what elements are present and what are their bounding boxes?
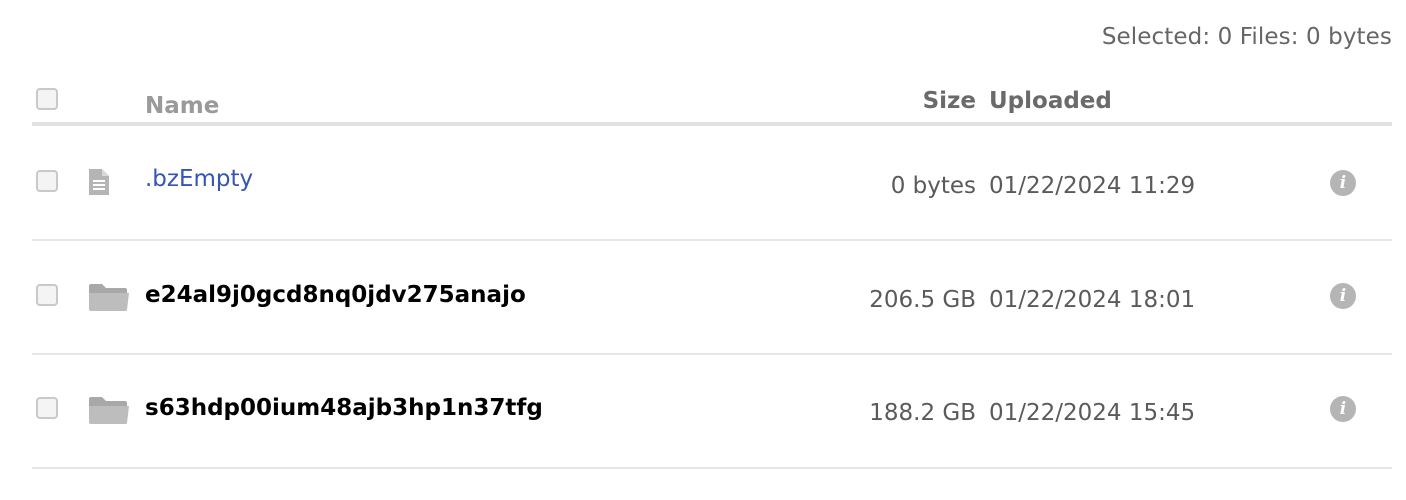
table-row: .bzEmpty 0 bytes 01/22/2024 11:29 i <box>32 126 1392 241</box>
column-header-name[interactable]: Name <box>145 93 219 119</box>
upload-date: 01/22/2024 18:01 <box>989 287 1196 313</box>
file-size: 0 bytes <box>890 173 976 199</box>
row-checkbox[interactable] <box>36 170 58 192</box>
selection-summary: Selected: 0 Files: 0 bytes <box>1101 24 1392 50</box>
file-icon <box>88 168 110 200</box>
folder-size: 188.2 GB <box>869 400 976 426</box>
table-header: Name Size Uploaded <box>32 80 1392 126</box>
folder-size: 206.5 GB <box>869 287 976 313</box>
info-icon[interactable]: i <box>1330 396 1356 422</box>
info-icon[interactable]: i <box>1330 170 1356 196</box>
folder-name-link[interactable]: s63hdp00ium48ajb3hp1n37tfg <box>145 395 543 421</box>
folder-icon <box>88 395 130 429</box>
folder-name-link[interactable]: e24al9j0gcd8nq0jdv275anajo <box>145 282 526 308</box>
folder-icon <box>88 282 130 316</box>
column-header-size[interactable]: Size <box>923 88 976 114</box>
upload-date: 01/22/2024 11:29 <box>989 173 1196 199</box>
row-checkbox[interactable] <box>36 397 58 419</box>
select-all-checkbox[interactable] <box>36 88 58 110</box>
file-browser: Selected: 0 Files: 0 bytes Name Size Upl… <box>0 0 1406 500</box>
column-header-uploaded[interactable]: Uploaded <box>989 88 1112 114</box>
info-icon[interactable]: i <box>1330 283 1356 309</box>
upload-date: 01/22/2024 15:45 <box>989 400 1196 426</box>
file-name-link[interactable]: .bzEmpty <box>145 166 253 192</box>
table-row: e24al9j0gcd8nq0jdv275anajo 206.5 GB 01/2… <box>32 240 1392 355</box>
row-checkbox[interactable] <box>36 284 58 306</box>
table-row: s63hdp00ium48ajb3hp1n37tfg 188.2 GB 01/2… <box>32 354 1392 469</box>
